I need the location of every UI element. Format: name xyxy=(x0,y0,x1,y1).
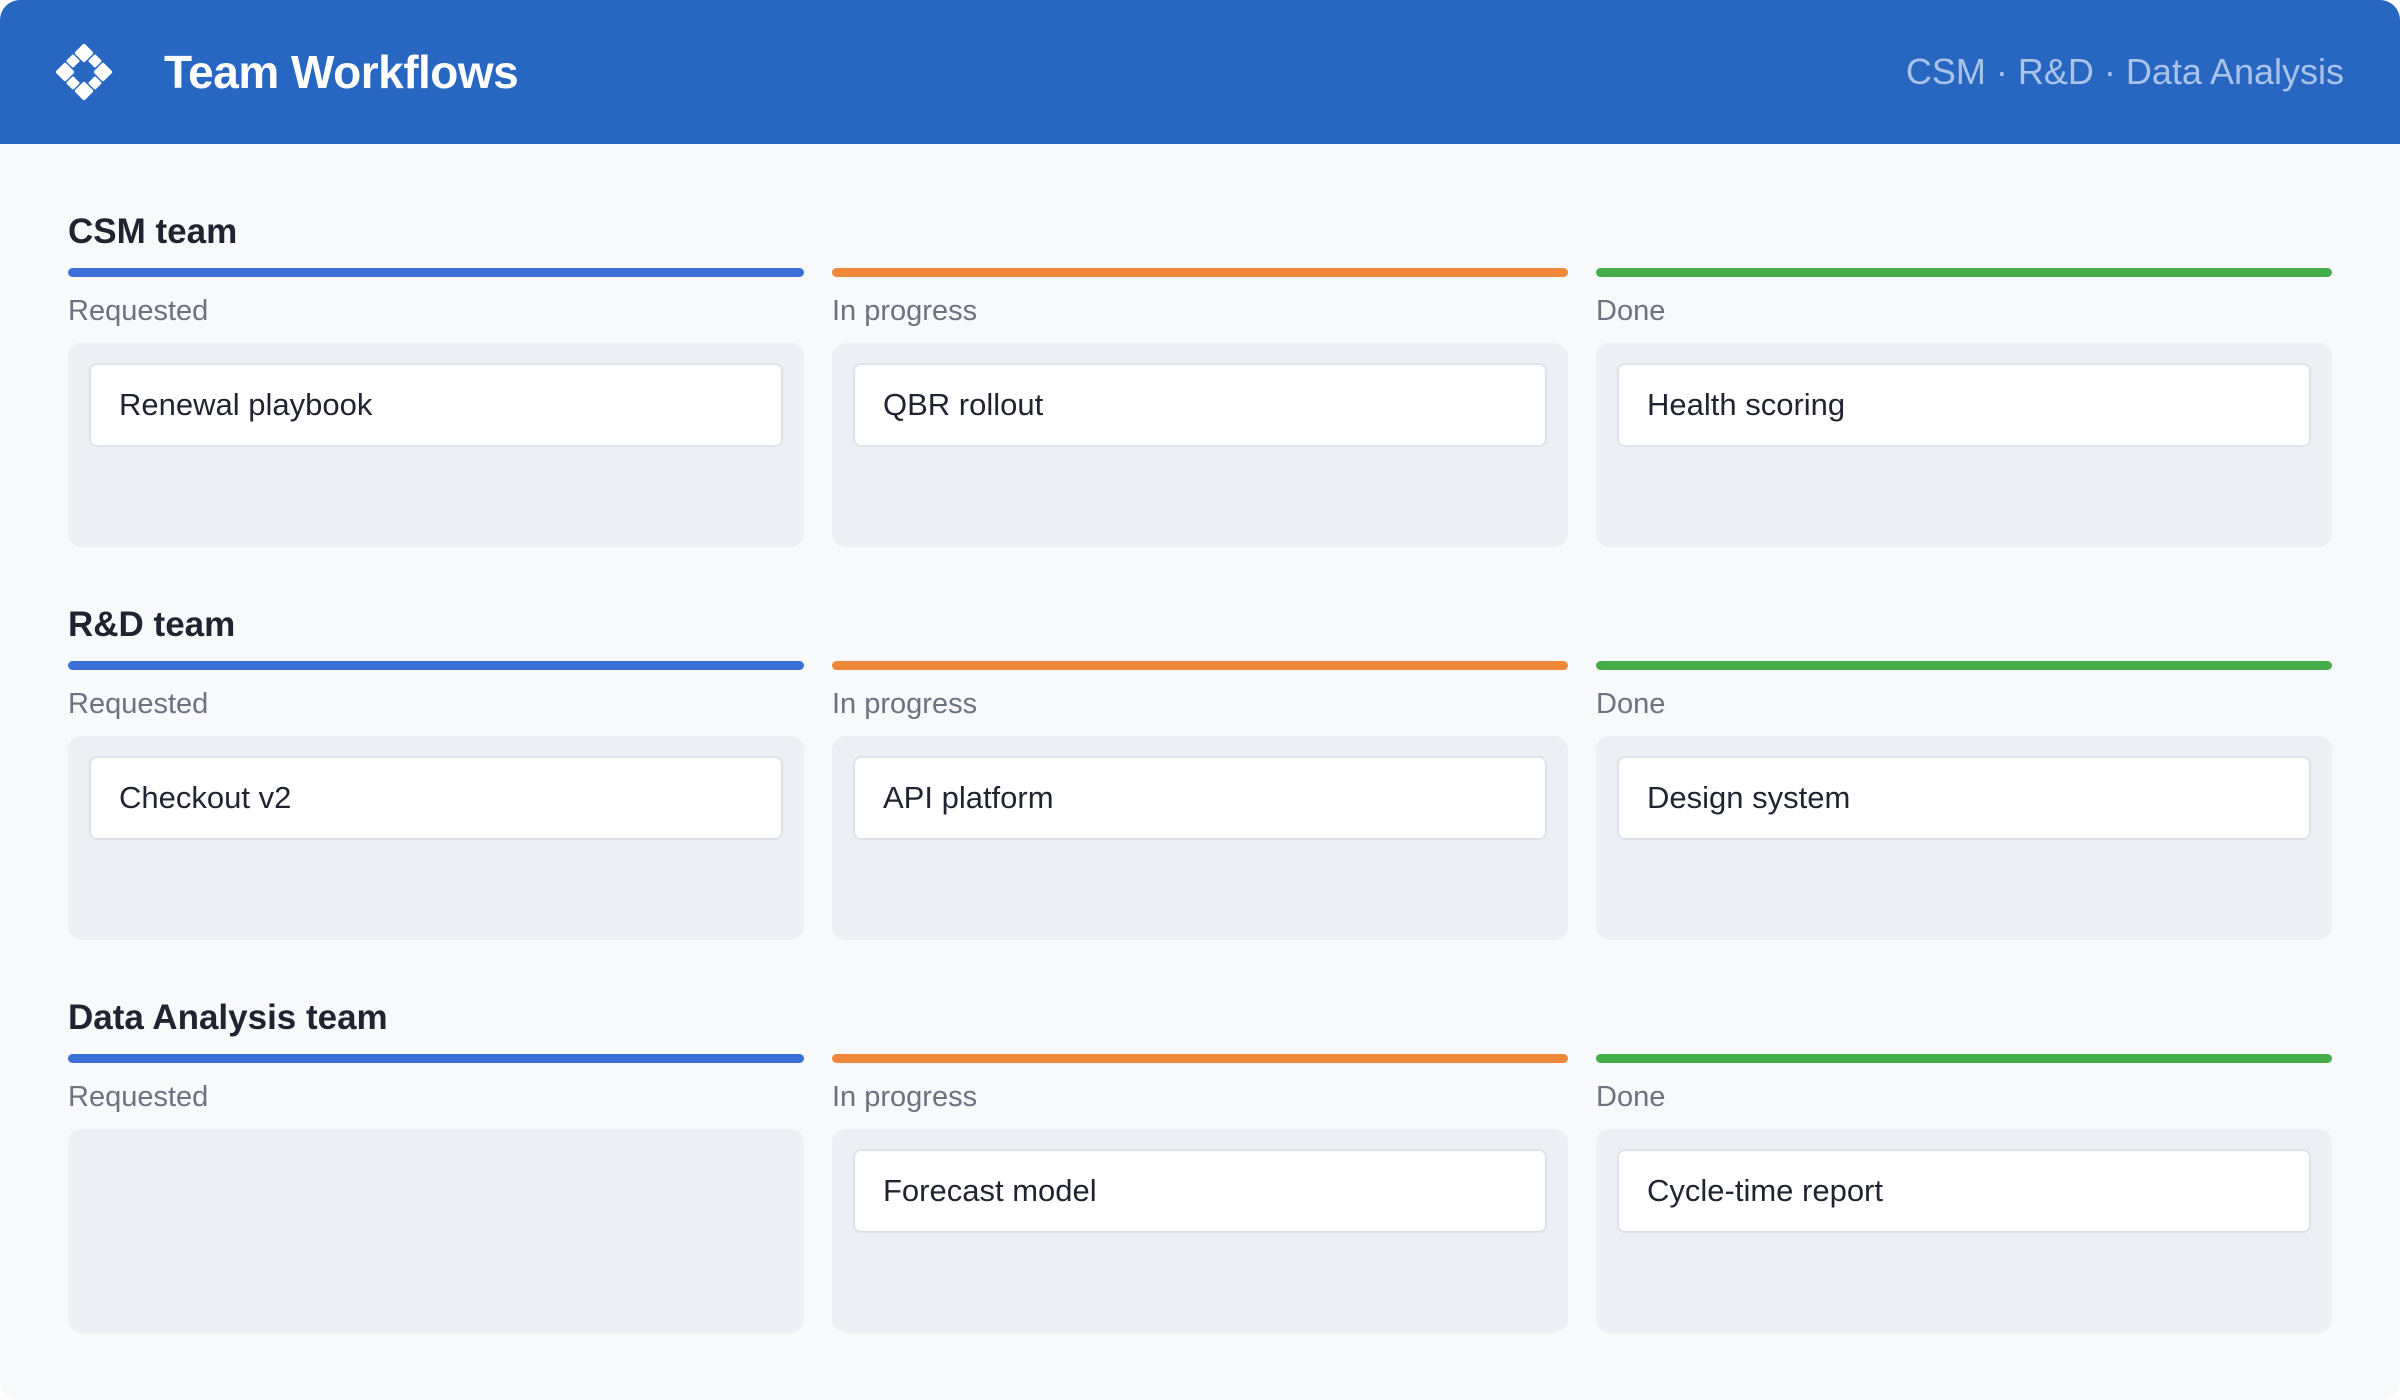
status-color-bar xyxy=(832,1054,1568,1063)
team-title: Data Analysis team xyxy=(68,998,388,1037)
column-dropzone[interactable]: API platform xyxy=(832,736,1568,940)
column-dropzone[interactable]: Renewal playbook xyxy=(68,343,804,547)
status-color-bar xyxy=(1596,661,2332,670)
task-card[interactable]: API platform xyxy=(853,756,1547,840)
status-column-in-progress: In progress QBR rollout xyxy=(832,262,1568,547)
status-color-bar xyxy=(832,661,1568,670)
status-column-done: Done Health scoring xyxy=(1596,262,2332,547)
status-column-requested: Requested Renewal playbook xyxy=(68,262,804,547)
status-columns: Requested In progress Forecast model Done Cy… xyxy=(68,1048,2332,1333)
status-color-bar xyxy=(68,661,804,670)
team-section: Data Analysis team Requested In progress Fo… xyxy=(68,988,2332,1381)
status-column-requested: Requested xyxy=(68,1048,804,1333)
status-columns: Requested Renewal playbook In progress QBR … xyxy=(68,262,2332,547)
column-dropzone[interactable]: Health scoring xyxy=(1596,343,2332,547)
column-label: Requested xyxy=(68,1081,209,1113)
status-columns: Requested Checkout v2 In progress API platf… xyxy=(68,655,2332,940)
team-boards: CSM team Requested Renewal playbook In prog… xyxy=(0,144,2400,1381)
status-color-bar xyxy=(68,1054,804,1063)
column-dropzone[interactable] xyxy=(68,1129,804,1333)
team-workflows-app: Team Workflows CSM · R&D · Data Analysis… xyxy=(0,0,2400,1400)
task-card[interactable]: Checkout v2 xyxy=(89,756,783,840)
app-title: Team Workflows xyxy=(164,46,519,98)
team-title: R&D team xyxy=(68,605,236,644)
column-dropzone[interactable]: Checkout v2 xyxy=(68,736,804,940)
team-section: CSM team Requested Renewal playbook In prog… xyxy=(68,202,2332,595)
app-header: Team Workflows CSM · R&D · Data Analysis xyxy=(0,0,2400,144)
column-label: Done xyxy=(1596,295,1666,327)
team-title: CSM team xyxy=(68,212,238,251)
diamond-grid-icon[interactable] xyxy=(54,42,114,102)
column-label: In progress xyxy=(832,688,978,720)
task-card[interactable]: Design system xyxy=(1617,756,2311,840)
column-dropzone[interactable]: Cycle-time report xyxy=(1596,1129,2332,1333)
task-card[interactable]: Renewal playbook xyxy=(89,363,783,447)
status-column-done: Done Design system xyxy=(1596,655,2332,940)
column-label: Done xyxy=(1596,688,1666,720)
column-dropzone[interactable]: Design system xyxy=(1596,736,2332,940)
column-label: Done xyxy=(1596,1081,1666,1113)
status-color-bar xyxy=(68,268,804,277)
task-card[interactable]: Cycle-time report xyxy=(1617,1149,2311,1233)
task-card[interactable]: QBR rollout xyxy=(853,363,1547,447)
status-column-in-progress: In progress Forecast model xyxy=(832,1048,1568,1333)
status-column-requested: Requested Checkout v2 xyxy=(68,655,804,940)
status-column-done: Done Cycle-time report xyxy=(1596,1048,2332,1333)
column-dropzone[interactable]: Forecast model xyxy=(832,1129,1568,1333)
column-label: In progress xyxy=(832,295,978,327)
column-label: Requested xyxy=(68,295,209,327)
column-dropzone[interactable]: QBR rollout xyxy=(832,343,1568,547)
status-column-in-progress: In progress API platform xyxy=(832,655,1568,940)
status-color-bar xyxy=(832,268,1568,277)
column-label: In progress xyxy=(832,1081,978,1113)
status-color-bar xyxy=(1596,268,2332,277)
task-card[interactable]: Forecast model xyxy=(853,1149,1547,1233)
task-card[interactable]: Health scoring xyxy=(1617,363,2311,447)
team-section: R&D team Requested Checkout v2 In progress A… xyxy=(68,595,2332,988)
status-color-bar xyxy=(1596,1054,2332,1063)
header-team-list: CSM · R&D · Data Analysis xyxy=(1905,51,2344,92)
column-label: Requested xyxy=(68,688,209,720)
